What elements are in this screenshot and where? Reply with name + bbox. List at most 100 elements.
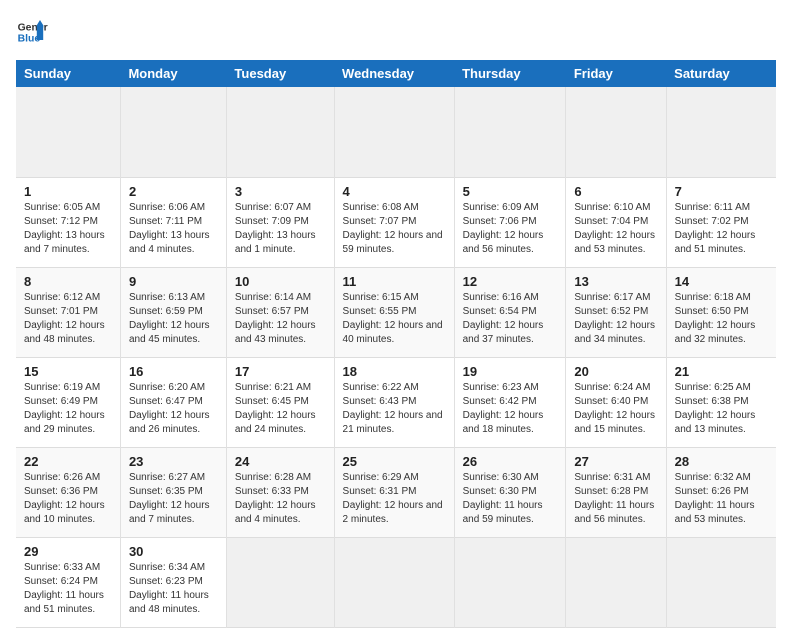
day-info: Sunrise: 6:16 AMSunset: 6:54 PMDaylight:…	[463, 291, 558, 347]
calendar-week-row	[16, 87, 776, 177]
day-number: 7	[675, 184, 768, 199]
calendar-cell: 1Sunrise: 6:05 AMSunset: 7:12 PMDaylight…	[16, 177, 120, 267]
logo-icon: General Blue	[16, 16, 48, 48]
day-info: Sunrise: 6:22 AMSunset: 6:43 PMDaylight:…	[343, 381, 446, 437]
day-number: 14	[675, 274, 768, 289]
calendar-cell: 18 Sunrise: 6:22 AMSunset: 6:43 PMDayligh…	[334, 357, 454, 447]
calendar-week-row: 8 Sunrise: 6:12 AMSunset: 7:01 PMDaylight…	[16, 267, 776, 357]
calendar-cell: 30Sunrise: 6:34 AMSunset: 6:23 PMDayligh…	[120, 537, 226, 627]
day-number: 15	[24, 364, 112, 379]
calendar-cell: 3 Sunrise: 6:07 AMSunset: 7:09 PMDaylight…	[226, 177, 334, 267]
day-number: 4	[343, 184, 446, 199]
page-header: General Blue	[16, 16, 776, 48]
day-info: Sunrise: 6:31 AMSunset: 6:28 PMDaylight:…	[574, 471, 657, 527]
day-number: 12	[463, 274, 558, 289]
calendar-cell	[334, 537, 454, 627]
day-info: Sunrise: 6:29 AMSunset: 6:31 PMDaylight:…	[343, 471, 446, 527]
day-info: Sunrise: 6:18 AMSunset: 6:50 PMDaylight:…	[675, 291, 768, 347]
day-info: Sunrise: 6:27 AMSunset: 6:35 PMDaylight:…	[129, 471, 218, 527]
calendar-cell: 24Sunrise: 6:28 AMSunset: 6:33 PMDayligh…	[226, 447, 334, 537]
calendar-cell	[226, 537, 334, 627]
calendar-cell: 17Sunrise: 6:21 AMSunset: 6:45 PMDayligh…	[226, 357, 334, 447]
calendar-cell	[666, 537, 776, 627]
calendar-cell: 6 Sunrise: 6:10 AMSunset: 7:04 PMDaylight…	[566, 177, 666, 267]
col-header-thursday: Thursday	[454, 60, 566, 87]
calendar-cell: 19 Sunrise: 6:23 AMSunset: 6:42 PMDayligh…	[454, 357, 566, 447]
day-number: 20	[574, 364, 657, 379]
calendar-cell: 5 Sunrise: 6:09 AMSunset: 7:06 PMDaylight…	[454, 177, 566, 267]
day-number: 3	[235, 184, 326, 199]
day-number: 22	[24, 454, 112, 469]
day-number: 24	[235, 454, 326, 469]
day-info: Sunrise: 6:23 AMSunset: 6:42 PMDaylight:…	[463, 381, 558, 437]
day-number: 26	[463, 454, 558, 469]
calendar-cell: 4 Sunrise: 6:08 AMSunset: 7:07 PMDaylight…	[334, 177, 454, 267]
day-number: 10	[235, 274, 326, 289]
calendar-cell	[226, 87, 334, 177]
calendar-cell: 16Sunrise: 6:20 AMSunset: 6:47 PMDayligh…	[120, 357, 226, 447]
day-info: Sunrise: 6:06 AMSunset: 7:11 PMDaylight:…	[129, 201, 218, 257]
calendar-cell: 28 Sunrise: 6:32 AMSunset: 6:26 PMDayligh…	[666, 447, 776, 537]
day-number: 30	[129, 544, 218, 559]
calendar-cell	[566, 537, 666, 627]
calendar-cell	[566, 87, 666, 177]
day-number: 11	[343, 274, 446, 289]
calendar-week-row: 22 Sunrise: 6:26 AMSunset: 6:36 PMDayligh…	[16, 447, 776, 537]
day-number: 21	[675, 364, 768, 379]
day-number: 19	[463, 364, 558, 379]
calendar-week-row: 15Sunrise: 6:19 AMSunset: 6:49 PMDayligh…	[16, 357, 776, 447]
calendar-cell: 9 Sunrise: 6:13 AMSunset: 6:59 PMDaylight…	[120, 267, 226, 357]
day-info: Sunrise: 6:05 AMSunset: 7:12 PMDaylight:…	[24, 201, 112, 257]
day-number: 29	[24, 544, 112, 559]
day-info: Sunrise: 6:33 AMSunset: 6:24 PMDaylight:…	[24, 561, 112, 617]
calendar-header-row: SundayMondayTuesdayWednesdayThursdayFrid…	[16, 60, 776, 87]
col-header-sunday: Sunday	[16, 60, 120, 87]
day-info: Sunrise: 6:14 AMSunset: 6:57 PMDaylight:…	[235, 291, 326, 347]
logo: General Blue	[16, 16, 48, 48]
day-info: Sunrise: 6:24 AMSunset: 6:40 PMDaylight:…	[574, 381, 657, 437]
day-info: Sunrise: 6:08 AMSunset: 7:07 PMDaylight:…	[343, 201, 446, 257]
calendar-cell: 12 Sunrise: 6:16 AMSunset: 6:54 PMDayligh…	[454, 267, 566, 357]
col-header-tuesday: Tuesday	[226, 60, 334, 87]
day-info: Sunrise: 6:10 AMSunset: 7:04 PMDaylight:…	[574, 201, 657, 257]
day-info: Sunrise: 6:13 AMSunset: 6:59 PMDaylight:…	[129, 291, 218, 347]
day-info: Sunrise: 6:17 AMSunset: 6:52 PMDaylight:…	[574, 291, 657, 347]
calendar-cell: 10 Sunrise: 6:14 AMSunset: 6:57 PMDayligh…	[226, 267, 334, 357]
calendar-cell	[454, 87, 566, 177]
calendar-table: SundayMondayTuesdayWednesdayThursdayFrid…	[16, 60, 776, 628]
day-info: Sunrise: 6:12 AMSunset: 7:01 PMDaylight:…	[24, 291, 112, 347]
calendar-cell: 2 Sunrise: 6:06 AMSunset: 7:11 PMDaylight…	[120, 177, 226, 267]
calendar-cell: 22 Sunrise: 6:26 AMSunset: 6:36 PMDayligh…	[16, 447, 120, 537]
day-number: 13	[574, 274, 657, 289]
svg-text:General: General	[18, 22, 48, 33]
day-number: 16	[129, 364, 218, 379]
day-info: Sunrise: 6:26 AMSunset: 6:36 PMDaylight:…	[24, 471, 112, 527]
calendar-week-row: 29 Sunrise: 6:33 AMSunset: 6:24 PMDayligh…	[16, 537, 776, 627]
day-info: Sunrise: 6:07 AMSunset: 7:09 PMDaylight:…	[235, 201, 326, 257]
day-info: Sunrise: 6:21 AMSunset: 6:45 PMDaylight:…	[235, 381, 326, 437]
calendar-cell: 21Sunrise: 6:25 AMSunset: 6:38 PMDayligh…	[666, 357, 776, 447]
col-header-monday: Monday	[120, 60, 226, 87]
day-number: 18	[343, 364, 446, 379]
calendar-cell	[120, 87, 226, 177]
day-info: Sunrise: 6:30 AMSunset: 6:30 PMDaylight:…	[463, 471, 558, 527]
day-number: 8	[24, 274, 112, 289]
day-info: Sunrise: 6:15 AMSunset: 6:55 PMDaylight:…	[343, 291, 446, 347]
calendar-cell: 14 Sunrise: 6:18 AMSunset: 6:50 PMDayligh…	[666, 267, 776, 357]
day-number: 28	[675, 454, 768, 469]
day-number: 9	[129, 274, 218, 289]
calendar-week-row: 1Sunrise: 6:05 AMSunset: 7:12 PMDaylight…	[16, 177, 776, 267]
calendar-cell	[334, 87, 454, 177]
calendar-cell: 25 Sunrise: 6:29 AMSunset: 6:31 PMDayligh…	[334, 447, 454, 537]
day-number: 27	[574, 454, 657, 469]
calendar-cell: 27 Sunrise: 6:31 AMSunset: 6:28 PMDayligh…	[566, 447, 666, 537]
calendar-cell: 11 Sunrise: 6:15 AMSunset: 6:55 PMDayligh…	[334, 267, 454, 357]
day-number: 5	[463, 184, 558, 199]
calendar-cell: 26 Sunrise: 6:30 AMSunset: 6:30 PMDayligh…	[454, 447, 566, 537]
day-number: 6	[574, 184, 657, 199]
day-number: 25	[343, 454, 446, 469]
calendar-cell	[454, 537, 566, 627]
day-info: Sunrise: 6:32 AMSunset: 6:26 PMDaylight:…	[675, 471, 768, 527]
day-info: Sunrise: 6:09 AMSunset: 7:06 PMDaylight:…	[463, 201, 558, 257]
day-number: 2	[129, 184, 218, 199]
